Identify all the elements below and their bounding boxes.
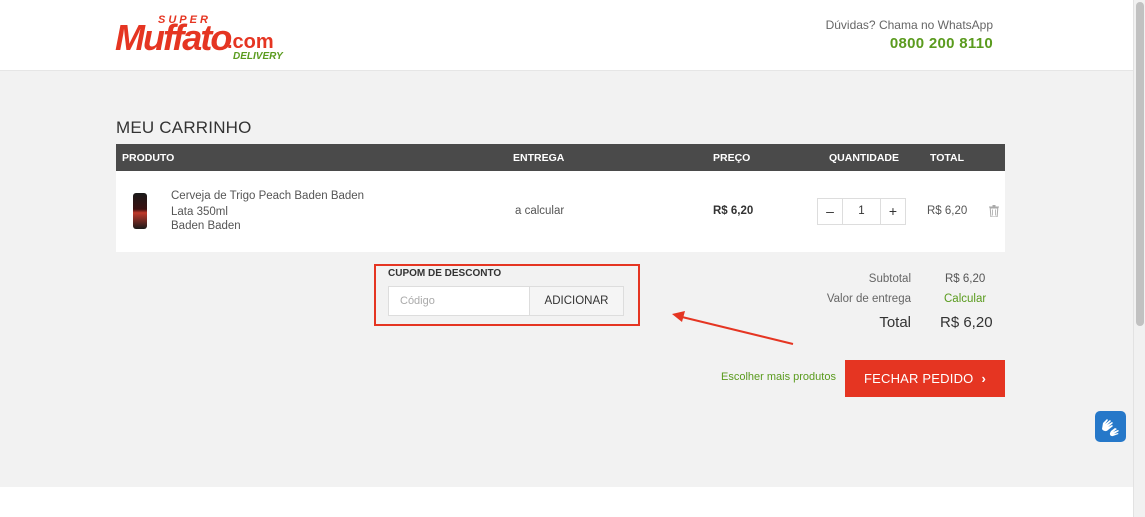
decrease-quantity-button[interactable]: –: [818, 199, 843, 224]
quantity-value[interactable]: 1: [843, 199, 880, 224]
item-total: R$ 6,20: [927, 205, 968, 217]
coupon-code-input[interactable]: [388, 286, 530, 316]
subtotal-value: R$ 6,20: [945, 273, 986, 285]
col-product: PRODUTO: [122, 152, 175, 164]
trash-icon[interactable]: [989, 205, 999, 217]
delivery-fee-label: Valor de entrega: [826, 293, 911, 305]
logo-delivery-text: DELIVERY: [233, 51, 283, 62]
site-header: SUPER Muffato .com DELIVERY Dúvidas? Cha…: [0, 0, 1133, 71]
add-coupon-button[interactable]: ADICIONAR: [529, 286, 624, 316]
page-footer: [0, 487, 1133, 517]
cart-item-row: Cerveja de Trigo Peach Baden Baden Lata …: [116, 171, 1005, 252]
scrollbar-thumb[interactable]: [1136, 2, 1144, 326]
hand-sign-language-icon: [1102, 419, 1119, 437]
cart-table-header: PRODUTO ENTREGA PREÇO QUANTIDADE TOTAL: [116, 144, 1005, 171]
item-price: R$ 6,20: [713, 205, 754, 217]
page-title: MEU CARRINHO: [116, 118, 252, 137]
col-quantity: QUANTIDADE: [829, 152, 899, 164]
col-price: PREÇO: [713, 152, 751, 164]
checkout-button[interactable]: FECHAR PEDIDO ›: [845, 360, 1005, 397]
logo-main-text: Muffato: [115, 17, 232, 58]
calculate-delivery-link[interactable]: Calcular: [944, 293, 986, 305]
product-name[interactable]: Cerveja de Trigo Peach Baden Baden Lata …: [171, 188, 386, 220]
quantity-stepper: – 1 +: [817, 198, 906, 225]
choose-more-products-link[interactable]: Escolher mais produtos: [721, 371, 836, 383]
page-scrollbar[interactable]: [1133, 0, 1145, 517]
whatsapp-phone[interactable]: 0800 200 8110: [890, 35, 993, 52]
col-total: TOTAL: [930, 152, 965, 164]
whatsapp-help-text: Dúvidas? Chama no WhatsApp: [825, 18, 993, 32]
coupon-label: CUPOM DE DESCONTO: [388, 268, 502, 279]
product-brand: Baden Baden: [171, 220, 241, 232]
col-delivery: ENTREGA: [513, 152, 565, 164]
total-label: Total: [879, 314, 911, 331]
product-thumbnail[interactable]: [133, 193, 147, 229]
muffato-logo[interactable]: SUPER Muffato .com DELIVERY: [115, 14, 285, 64]
increase-quantity-button[interactable]: +: [880, 199, 905, 224]
chevron-right-icon: ›: [981, 371, 987, 386]
subtotal-label: Subtotal: [868, 273, 911, 285]
item-delivery: a calcular: [515, 205, 565, 217]
checkout-button-label: FECHAR PEDIDO: [863, 371, 974, 386]
sign-language-accessibility-button[interactable]: [1095, 411, 1126, 442]
annotation-arrow: [672, 311, 794, 345]
total-value: R$ 6,20: [940, 314, 993, 331]
